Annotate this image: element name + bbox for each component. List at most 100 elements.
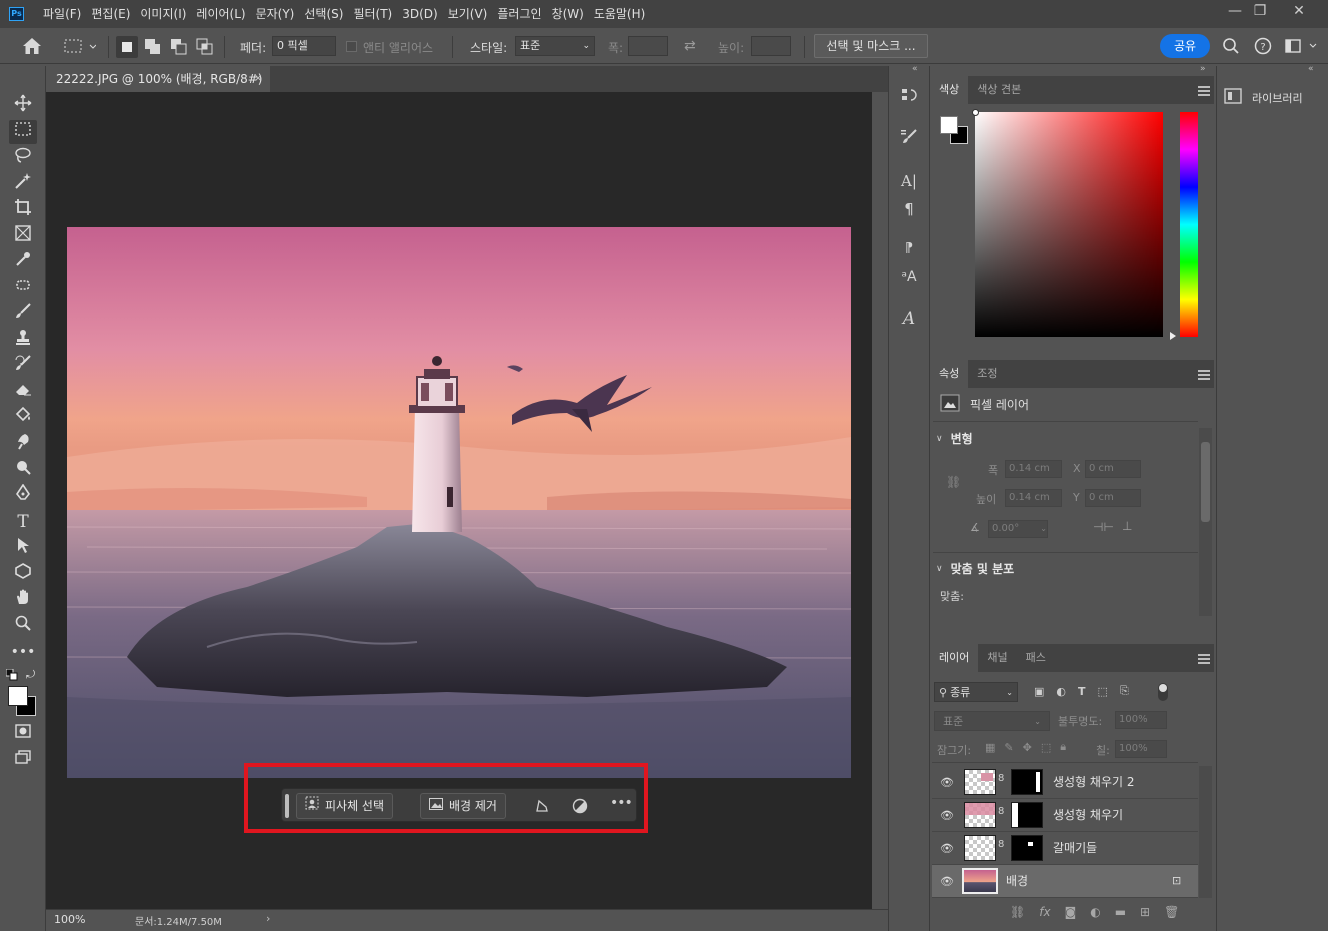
- default-colors-icon[interactable]: [5, 668, 18, 684]
- zoom-tool-icon[interactable]: [9, 614, 37, 638]
- menu-edit[interactable]: 편집(E): [86, 0, 135, 28]
- search-icon[interactable]: [1222, 37, 1240, 58]
- library-panel-button[interactable]: 라이브러리: [1224, 88, 1303, 107]
- status-menu-arrow-icon[interactable]: ›: [266, 912, 270, 925]
- menu-help[interactable]: 도움말(H): [589, 0, 651, 28]
- quick-mask-icon[interactable]: [9, 722, 37, 746]
- properties-scrollbar[interactable]: [1199, 428, 1212, 616]
- blend-mode-select[interactable]: 표준 ⌄: [934, 711, 1050, 731]
- lock-pixels-icon[interactable]: ✎: [1004, 741, 1013, 754]
- mask-link-icon[interactable]: 8: [998, 806, 1004, 817]
- visibility-eye-icon[interactable]: 👁︎: [940, 809, 954, 822]
- character-styles-icon[interactable]: ᵃA: [896, 264, 922, 290]
- menu-plugins[interactable]: 플러그인: [492, 0, 546, 28]
- opacity-field[interactable]: 100%: [1115, 711, 1167, 729]
- layer-row[interactable]: 👁︎ 8 생성형 채우기: [932, 799, 1198, 832]
- delete-layer-icon[interactable]: 🗑︎: [1164, 905, 1179, 919]
- document-tab[interactable]: 22222.JPG @ 100% (배경, RGB/8#) * ×: [46, 66, 270, 112]
- transform-selection-icon[interactable]: [534, 798, 550, 817]
- visibility-eye-icon[interactable]: 👁︎: [940, 842, 954, 855]
- menu-window[interactable]: 창(W): [547, 0, 589, 28]
- more-tools-icon[interactable]: •••: [9, 640, 37, 664]
- angle-field[interactable]: 0.00° ⌄: [988, 520, 1048, 538]
- tab-color[interactable]: 색상: [930, 76, 969, 104]
- remove-background-button[interactable]: 배경 제거: [420, 793, 506, 819]
- new-adjustment-layer-icon[interactable]: ◐: [1090, 905, 1100, 919]
- lock-position-icon[interactable]: ✥: [1023, 741, 1032, 754]
- width-field[interactable]: 0.14 cm: [1005, 460, 1062, 478]
- brush-settings-icon[interactable]: [896, 128, 922, 154]
- feather-input[interactable]: 0 픽셀: [272, 36, 336, 56]
- mask-link-icon[interactable]: 8: [998, 773, 1004, 784]
- expand-panels-icon[interactable]: »: [1200, 64, 1206, 74]
- spot-healing-brush-icon[interactable]: [9, 276, 37, 300]
- tab-adjustments[interactable]: 조정: [968, 360, 1006, 388]
- tab-swatches[interactable]: 색상 견본: [968, 76, 1030, 104]
- collapse-library-icon[interactable]: «: [1308, 64, 1314, 74]
- properties-scrollbar-thumb[interactable]: [1201, 442, 1210, 522]
- layer-row[interactable]: 👁︎ 8 갈매기들: [932, 832, 1198, 865]
- smudge-tool-icon[interactable]: [9, 432, 37, 456]
- height-input[interactable]: [751, 36, 791, 56]
- share-button[interactable]: 공유: [1160, 34, 1210, 58]
- paragraph-styles-icon[interactable]: ⁋: [896, 236, 922, 262]
- lock-artboard-icon[interactable]: ⬚: [1041, 741, 1051, 754]
- hand-tool-icon[interactable]: [9, 588, 37, 612]
- history-panel-icon[interactable]: [896, 86, 922, 112]
- pen-tool-icon[interactable]: [9, 483, 37, 508]
- color-field[interactable]: [975, 112, 1163, 337]
- new-group-icon[interactable]: ▬: [1115, 905, 1126, 919]
- tab-paths[interactable]: 패스: [1017, 644, 1055, 672]
- magic-wand-tool-icon[interactable]: [9, 172, 37, 196]
- brush-tool-icon[interactable]: [9, 302, 37, 326]
- lasso-tool-icon[interactable]: [9, 146, 37, 170]
- y-field[interactable]: 0 cm: [1085, 489, 1141, 507]
- frame-tool-icon[interactable]: [9, 224, 37, 248]
- color-panel-menu-icon[interactable]: [1198, 86, 1210, 96]
- layers-panel-menu-icon[interactable]: [1198, 654, 1210, 664]
- glyphs-panel-icon[interactable]: A: [896, 306, 922, 332]
- x-field[interactable]: 0 cm: [1085, 460, 1141, 478]
- history-brush-tool-icon[interactable]: [9, 354, 37, 378]
- intersect-selection-button[interactable]: [194, 36, 216, 61]
- more-options-icon[interactable]: •••: [610, 795, 633, 811]
- character-panel-icon[interactable]: A|: [896, 168, 922, 194]
- rectangular-marquee-tool-icon[interactable]: [9, 120, 37, 144]
- subtract-from-selection-button[interactable]: [168, 36, 190, 61]
- tab-layers[interactable]: 레이어: [930, 644, 979, 672]
- color-foreground-swatch[interactable]: [940, 116, 958, 134]
- eraser-tool-icon[interactable]: [9, 380, 37, 404]
- drag-handle[interactable]: [285, 794, 289, 818]
- select-subject-button[interactable]: 피사체 선택: [296, 793, 394, 819]
- menu-view[interactable]: 보기(V): [443, 0, 493, 28]
- workspace-icon[interactable]: [1285, 38, 1319, 57]
- paint-bucket-tool-icon[interactable]: [9, 406, 37, 430]
- menu-layer[interactable]: 레이어(L): [191, 0, 250, 28]
- width-input[interactable]: [628, 36, 668, 56]
- filter-adjustment-icon[interactable]: ◐: [1056, 685, 1066, 698]
- help-icon[interactable]: ?: [1254, 37, 1272, 58]
- lock-all-icon[interactable]: 🔒︎: [1060, 740, 1066, 754]
- link-dimensions-icon[interactable]: ⛓: [946, 475, 961, 489]
- fill-field[interactable]: 100%: [1115, 740, 1167, 758]
- filter-type-icon[interactable]: T: [1078, 685, 1086, 698]
- menu-3d[interactable]: 3D(D): [397, 0, 442, 28]
- new-selection-button[interactable]: [116, 36, 138, 58]
- type-tool-icon[interactable]: T: [9, 510, 37, 534]
- link-layers-icon[interactable]: ⛓: [1010, 905, 1025, 919]
- marquee-tool-preset-icon[interactable]: [64, 38, 97, 57]
- adjustment-layer-icon[interactable]: [572, 798, 588, 817]
- shape-tool-icon[interactable]: [9, 562, 37, 586]
- document-image[interactable]: [67, 227, 851, 778]
- screen-mode-icon[interactable]: [9, 748, 37, 772]
- visibility-eye-icon[interactable]: 👁︎: [940, 776, 954, 789]
- path-selection-tool-icon[interactable]: [9, 536, 37, 560]
- dodge-tool-icon[interactable]: [9, 458, 37, 482]
- color-field-picker[interactable]: [972, 109, 979, 116]
- layer-style-icon[interactable]: fx: [1039, 905, 1050, 919]
- menu-file[interactable]: 파일(F): [38, 0, 86, 28]
- transform-section-header[interactable]: ∨ 변형: [936, 430, 973, 447]
- menu-filter[interactable]: 필터(T): [348, 0, 397, 28]
- lock-transparent-icon[interactable]: ▦: [985, 741, 995, 754]
- layer-filter-select[interactable]: ⚲ 종류 ⌄: [934, 682, 1018, 702]
